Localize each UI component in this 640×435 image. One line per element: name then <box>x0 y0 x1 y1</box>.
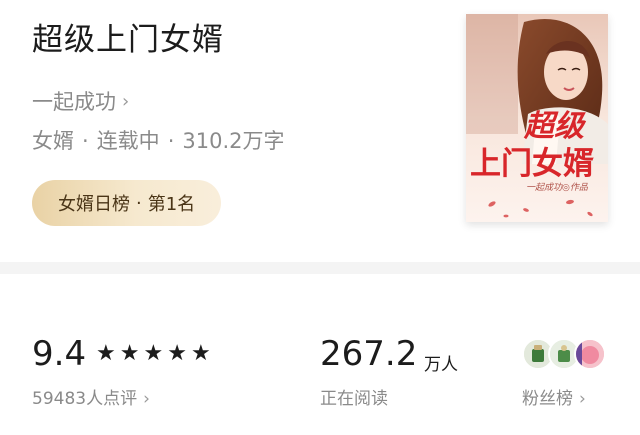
chevron-right-icon: › <box>579 389 586 409</box>
star-icon: ★ <box>167 341 187 366</box>
status-label: 连载中 <box>96 129 160 153</box>
author-name: 一起成功 <box>32 90 116 114</box>
rank-position: 第1名 <box>147 194 196 215</box>
word-count: 310.2万字 <box>182 129 285 153</box>
book-meta: 女婿 · 连载中 · 310.2万字 <box>32 125 285 155</box>
review-count-link[interactable]: 59483人点评 › <box>32 384 150 409</box>
book-title: 超级上门女婿 <box>32 22 224 58</box>
rating-score: 9.4 <box>32 334 87 374</box>
avatar <box>574 338 606 370</box>
stats-panel: 9.4 ★ ★ ★ ★ ★ 59483人点评 › 267.2 万人 正在阅读 粉丝… <box>0 274 640 435</box>
star-icon: ★ <box>190 341 211 366</box>
section-divider <box>0 262 640 274</box>
cover-byline: 一起成功◎作品 <box>526 182 589 193</box>
chevron-right-icon: › <box>143 389 150 409</box>
separator-dot: · <box>167 129 175 153</box>
cover-title-line2: 上门女婿 <box>470 146 594 182</box>
rank-list-name: 女婿日榜 <box>58 194 130 215</box>
readers-count: 267.2 <box>320 334 418 374</box>
book-header: 超级上门女婿 一起成功 › 女婿 · 连载中 · 310.2万字 女婿日榜 · 第1名 <box>0 0 640 260</box>
separator-dot: · <box>136 192 142 214</box>
book-cover-art: 超级 上门女婿 一起成功◎作品 <box>466 14 608 222</box>
rating-stars: ★ ★ ★ ★ ★ <box>96 340 211 368</box>
author-link[interactable]: 一起成功 › <box>32 86 129 116</box>
star-icon: ★ <box>96 341 116 366</box>
fan-avatars[interactable] <box>522 338 612 370</box>
separator-dot: · <box>82 129 89 153</box>
category-label: 女婿 <box>32 129 74 153</box>
chevron-right-icon: › <box>122 90 130 112</box>
readers-label: 正在阅读 <box>320 389 388 409</box>
rank-badge[interactable]: 女婿日榜 · 第1名 <box>32 180 222 226</box>
star-icon: ★ <box>119 341 140 366</box>
book-cover[interactable]: 超级 上门女婿 一起成功◎作品 <box>466 14 608 222</box>
star-icon: ★ <box>143 341 164 366</box>
fans-label: 粉丝榜 <box>522 389 573 409</box>
review-count: 59483人点评 <box>32 389 138 409</box>
fans-rank-link[interactable]: 粉丝榜 › <box>522 384 586 409</box>
readers-unit: 万人 <box>424 355 458 375</box>
cover-title-line1: 超级 <box>523 109 587 144</box>
